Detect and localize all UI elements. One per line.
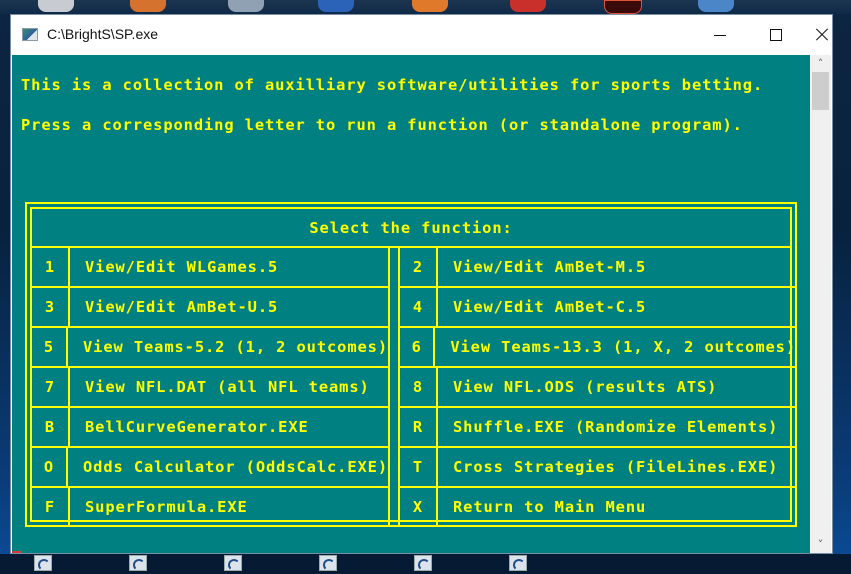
console-area[interactable]: This is a collection of auxilliary softw…: [12, 55, 810, 553]
shortcut-icon[interactable]: [129, 555, 147, 571]
scroll-thumb[interactable]: [812, 72, 829, 110]
function-menu-table: Select the function: 1 View/Edit WLGames.…: [25, 202, 797, 527]
desktop-icon: [412, 0, 448, 12]
menu-key: 1: [32, 248, 70, 286]
menu-item-x[interactable]: X Return to Main Menu: [400, 488, 796, 526]
maximize-button[interactable]: [753, 15, 799, 55]
menu-item-6[interactable]: 6 View Teams-13.3 (1, X, 2 outcomes): [400, 328, 796, 368]
instruction-text: Press a corresponding letter to run a fu…: [21, 116, 743, 134]
desktop-icon: [228, 0, 264, 12]
scroll-down-icon[interactable]: ˅: [810, 536, 831, 553]
close-button[interactable]: [799, 15, 845, 55]
menu-label: View NFL.DAT (all NFL teams): [85, 378, 370, 396]
menu-item-2[interactable]: 2 View/Edit AmBet-M.5: [400, 248, 796, 288]
menu-label: BellCurveGenerator.EXE: [85, 418, 309, 436]
menu-key: T: [400, 448, 438, 486]
menu-key: R: [400, 408, 438, 446]
shortcut-icon[interactable]: [319, 555, 337, 571]
desktop-icon: [604, 0, 642, 14]
menu-item-4[interactable]: 4 View/Edit AmBet-C.5: [400, 288, 796, 328]
menu-right-column: 2 View/Edit AmBet-M.5 4 View/Edit AmBet-C.…: [398, 248, 796, 527]
cursor-marker: [12, 551, 22, 553]
menu-item-o[interactable]: O Odds Calculator (OddsCalc.EXE): [32, 448, 388, 488]
vertical-scrollbar[interactable]: ˄ ˅: [810, 55, 831, 553]
menu-key: 3: [32, 288, 70, 326]
menu-item-b[interactable]: B BellCurveGenerator.EXE: [32, 408, 388, 448]
minimize-icon: [714, 34, 726, 36]
menu-label: View/Edit AmBet-M.5: [453, 258, 647, 276]
menu-label: Shuffle.EXE (Randomize Elements): [453, 418, 779, 436]
menu-label: View NFL.ODS (results ATS): [453, 378, 718, 396]
menu-label: View/Edit AmBet-U.5: [85, 298, 279, 316]
menu-key: B: [32, 408, 70, 446]
desktop-icon: [510, 0, 546, 12]
menu-item-3[interactable]: 3 View/Edit AmBet-U.5: [32, 288, 388, 328]
desktop-top-strip: [0, 0, 851, 14]
menu-left-column: 1 View/Edit WLGames.5 3 View/Edit AmBet-U.…: [32, 248, 390, 527]
menu-label: View Teams-13.3 (1, X, 2 outcomes): [450, 338, 796, 356]
maximize-icon: [770, 29, 782, 41]
close-icon: [815, 28, 829, 42]
window-title: C:\BrightS\SP.exe: [47, 26, 159, 42]
menu-item-1[interactable]: 1 View/Edit WLGames.5: [32, 248, 388, 288]
scroll-up-icon[interactable]: ˄: [810, 55, 831, 72]
menu-item-5[interactable]: 5 View Teams-5.2 (1, 2 outcomes): [32, 328, 388, 368]
menu-label: Cross Strategies (FileLines.EXE): [453, 458, 779, 476]
menu-key: O: [32, 448, 69, 486]
menu-key: 6: [400, 328, 436, 366]
shortcut-icon[interactable]: [414, 555, 432, 571]
menu-item-8[interactable]: 8 View NFL.ODS (results ATS): [400, 368, 796, 408]
menu-label: View/Edit AmBet-C.5: [453, 298, 647, 316]
intro-text: This is a collection of auxilliary softw…: [21, 76, 764, 94]
shortcut-icon[interactable]: [509, 555, 527, 571]
menu-key: 4: [400, 288, 438, 326]
shortcut-icon[interactable]: [224, 555, 242, 571]
desktop-icon: [38, 0, 74, 12]
menu-label: Odds Calculator (OddsCalc.EXE): [83, 458, 388, 476]
menu-item-7[interactable]: 7 View NFL.DAT (all NFL teams): [32, 368, 388, 408]
console-window: C:\BrightS\SP.exe This is a collection o…: [10, 14, 833, 554]
minimize-button[interactable]: [697, 15, 743, 55]
shortcut-icon[interactable]: [34, 555, 52, 571]
menu-item-f[interactable]: F SuperFormula.EXE: [32, 488, 388, 526]
app-icon: [22, 28, 38, 41]
menu-key: F: [32, 488, 70, 526]
menu-item-t[interactable]: T Cross Strategies (FileLines.EXE): [400, 448, 796, 488]
menu-key: 2: [400, 248, 438, 286]
menu-key: 7: [32, 368, 70, 406]
menu-label: View/Edit WLGames.5: [85, 258, 279, 276]
title-bar[interactable]: C:\BrightS\SP.exe: [11, 15, 832, 55]
menu-label: Return to Main Menu: [453, 498, 647, 516]
menu-key: 8: [400, 368, 438, 406]
menu-header: Select the function:: [32, 209, 790, 248]
desktop-icon: [318, 0, 354, 12]
desktop-icon: [698, 0, 734, 12]
menu-key: X: [400, 488, 438, 526]
desktop-icon: [130, 0, 166, 12]
menu-key: 5: [32, 328, 69, 366]
menu-label: SuperFormula.EXE: [85, 498, 248, 516]
menu-label: View Teams-5.2 (1, 2 outcomes): [83, 338, 388, 356]
menu-item-r[interactable]: R Shuffle.EXE (Randomize Elements): [400, 408, 796, 448]
